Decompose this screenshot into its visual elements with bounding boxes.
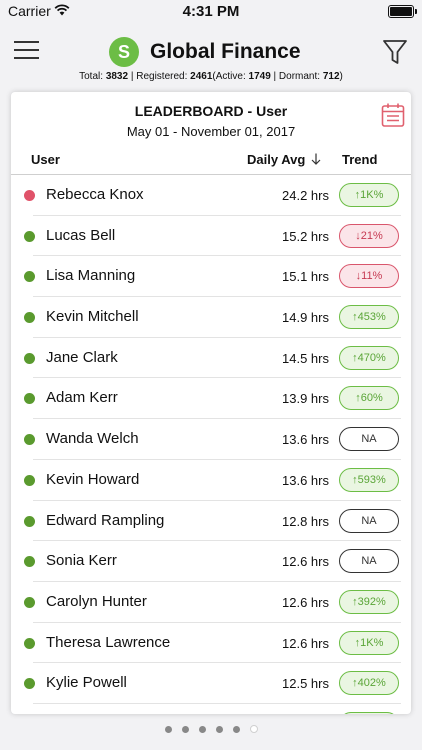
daily-avg-value: 24.2 hrs <box>282 188 329 203</box>
daily-avg-value: 12.6 hrs <box>282 594 329 610</box>
status-dot <box>24 474 35 486</box>
column-header-user[interactable]: User <box>31 152 60 167</box>
page-dot[interactable] <box>198 726 206 733</box>
column-header-daily-avg-label: Daily Avg <box>247 152 306 167</box>
trend-badge: ↑1K% <box>339 183 399 207</box>
leaderboard-row[interactable]: Adam Kerr 13.9 hrs ↑60% <box>11 378 411 419</box>
daily-avg-value: 12.8 hrs <box>282 513 329 529</box>
leaderboard-title: LEADERBOARD - User <box>134 103 288 119</box>
leaderboard-row[interactable]: Kylie Powell 12.5 hrs ↑402% <box>11 663 411 704</box>
column-header-trend[interactable]: Trend <box>342 152 377 167</box>
status-bar: Carrier 4:31 PM <box>0 0 422 24</box>
trend-badge: ↑392% <box>339 589 399 614</box>
app-title: Global Finance <box>150 40 301 63</box>
user-name: Kevin Mitchell <box>46 308 139 326</box>
leaderboard-row[interactable]: Wanda Welch 13.6 hrs NA <box>11 419 411 460</box>
active-count: 1749 <box>248 71 271 82</box>
trend-badge: NA <box>339 508 399 533</box>
leaderboard-row[interactable]: Lucas Bell 15.2 hrs ↓21% <box>11 216 411 257</box>
dormant-count: 712 <box>322 71 340 82</box>
daily-avg-value: 15.2 hrs <box>282 228 329 244</box>
user-name: Kevin Howard <box>46 470 140 488</box>
status-dot <box>24 352 35 364</box>
user-name: Lucas Bell <box>46 226 116 244</box>
page-dot[interactable] <box>232 726 240 733</box>
daily-avg-value: 13.9 hrs <box>282 391 329 407</box>
trend-badge <box>339 711 399 714</box>
status-dot <box>24 271 35 283</box>
trend-badge: NA <box>339 549 399 574</box>
total-count: 3832 <box>105 71 129 82</box>
trend-badge: NA <box>339 427 399 452</box>
user-name: Lisa Manning <box>46 267 136 285</box>
leaderboard-list: Rebecca Knox 24.2 hrs ↑1K% Lucas Bell 15.2 h… <box>11 175 411 714</box>
user-name: Kylie Powell <box>46 674 127 692</box>
leaderboard-row[interactable]: Sonia Kerr 12.6 hrs NA <box>11 541 411 582</box>
leaderboard-card: LEADERBOARD - User May 01 - November 01,… <box>11 92 411 714</box>
user-summary: Total: 3832 | Registered: 2461(Active: 1… <box>79 71 343 82</box>
status-dot <box>24 434 35 446</box>
trend-badge: ↑593% <box>339 467 399 492</box>
status-dot <box>24 515 35 527</box>
page-indicator[interactable] <box>0 725 422 733</box>
clock: 4:31 PM <box>182 3 240 20</box>
leaderboard-row[interactable]: Theresa Lawrence 12.6 hrs ↑1K% <box>11 623 411 664</box>
status-dot <box>24 312 35 324</box>
daily-avg-value: 12.6 hrs <box>282 554 329 570</box>
date-range: May 01 - November 01, 2017 <box>126 124 296 139</box>
app-logo: S <box>109 37 139 67</box>
calendar-icon[interactable] <box>381 102 405 128</box>
page-dot[interactable] <box>181 726 189 733</box>
daily-avg-value: 12.5 hrs <box>282 676 329 692</box>
leaderboard-row[interactable]: Carolyn Hunter 12.6 hrs ↑392% <box>11 582 411 623</box>
user-name: Carolyn Hunter <box>46 592 147 610</box>
hamburger-menu-icon[interactable] <box>14 41 39 61</box>
trend-badge: ↓21% <box>339 223 399 248</box>
user-name: Theresa Lawrence <box>46 633 171 651</box>
leaderboard-row[interactable]: Rebecca Knox 24.2 hrs ↑1K% <box>11 175 411 216</box>
trend-badge: ↑1K% <box>339 630 399 655</box>
leaderboard-row[interactable]: Kevin Howard 13.6 hrs ↑593% <box>11 460 411 501</box>
trend-badge: ↑402% <box>339 671 399 696</box>
leaderboard-row[interactable] <box>11 704 411 714</box>
status-dot <box>24 678 35 690</box>
status-dot <box>24 596 35 608</box>
trend-badge: ↓11% <box>339 264 399 289</box>
trend-badge: ↑470% <box>339 345 399 370</box>
daily-avg-value: 13.6 hrs <box>282 472 329 488</box>
user-name: Edward Rampling <box>46 511 165 529</box>
user-name: Adam Kerr <box>46 389 118 407</box>
leaderboard-row[interactable]: Jane Clark 14.5 hrs ↑470% <box>11 338 411 379</box>
leaderboard-row[interactable]: Kevin Mitchell 14.9 hrs ↑453% <box>11 297 411 338</box>
page-dot[interactable] <box>164 726 172 733</box>
daily-avg-value: 12.6 hrs <box>282 635 329 651</box>
filter-icon[interactable] <box>382 38 408 66</box>
battery-icon <box>388 5 417 18</box>
user-name: Sonia Kerr <box>46 552 117 570</box>
page-dot[interactable] <box>249 725 258 733</box>
status-dot <box>24 556 35 568</box>
daily-avg-value: 15.1 hrs <box>282 269 329 285</box>
user-name: Rebecca Knox <box>46 186 144 203</box>
user-name: Jane Clark <box>46 348 118 366</box>
status-dot <box>24 637 35 649</box>
daily-avg-value: 14.5 hrs <box>282 350 329 366</box>
page-dot[interactable] <box>215 726 223 733</box>
daily-avg-value: 14.9 hrs <box>282 310 329 326</box>
user-name: Wanda Welch <box>46 430 139 448</box>
daily-avg-value: 13.6 hrs <box>282 432 329 448</box>
screen: Carrier 4:31 PM S Global Finance Total: … <box>0 0 422 750</box>
registered-count: 2461 <box>190 71 213 82</box>
leaderboard-row[interactable]: Edward Rampling 12.8 hrs NA <box>11 501 411 542</box>
column-header-daily-avg[interactable]: Daily Avg <box>247 152 321 167</box>
status-dot <box>24 393 35 405</box>
leaderboard-row[interactable]: Lisa Manning 15.1 hrs ↓11% <box>11 256 411 297</box>
status-dot <box>24 190 35 201</box>
trend-badge: ↑60% <box>339 386 399 411</box>
sort-down-icon <box>311 153 321 165</box>
status-dot <box>24 230 35 242</box>
trend-badge: ↑453% <box>339 305 399 330</box>
